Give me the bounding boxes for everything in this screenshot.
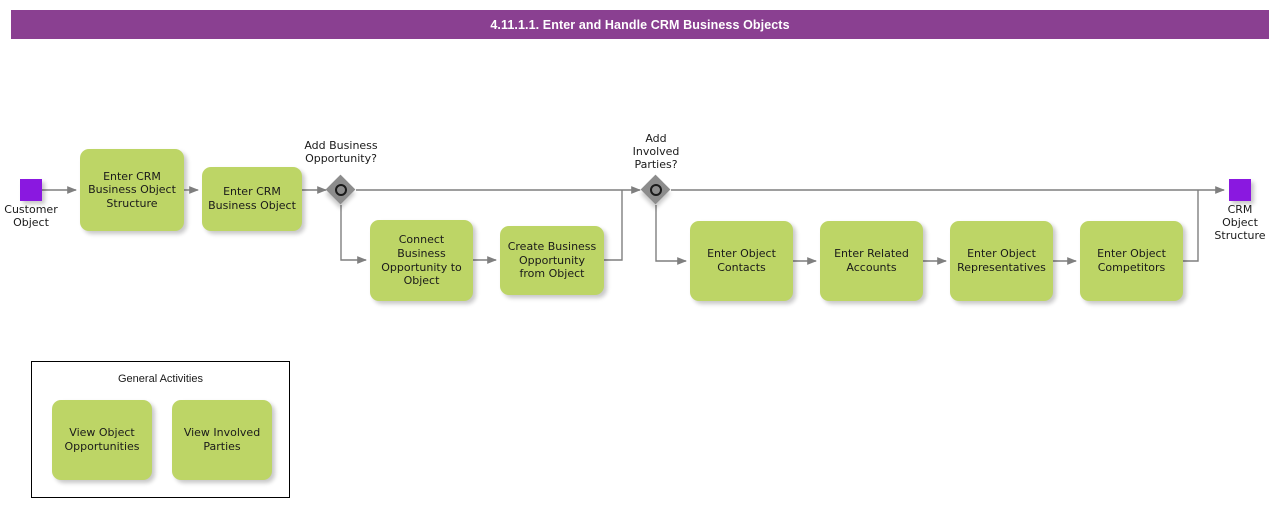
task-label: Enter Related Accounts	[834, 247, 909, 274]
end-event-label: CRM Object Structure	[1214, 203, 1266, 243]
end-event[interactable]	[1229, 179, 1251, 201]
task-label: Enter Object Competitors	[1097, 247, 1166, 274]
diagram-title-bar: 4.11.1.1. Enter and Handle CRM Business …	[11, 10, 1269, 39]
general-activities-title: General Activities	[118, 373, 203, 385]
task-label: Enter CRM Business Object	[208, 185, 296, 212]
task-connect-business-opportunity-to-object[interactable]: Connect Business Opportunity to Object	[370, 220, 473, 301]
task-enter-object-representatives[interactable]: Enter Object Representatives	[950, 221, 1053, 301]
task-view-involved-parties[interactable]: View Involved Parties	[172, 400, 272, 480]
task-label: Create Business Opportunity from Object	[507, 240, 597, 281]
gateway-inclusive-circle-icon	[335, 184, 347, 196]
diagram-canvas: 4.11.1.1. Enter and Handle CRM Business …	[0, 0, 1280, 510]
task-label: Enter Object Contacts	[707, 247, 776, 274]
task-enter-crm-business-object[interactable]: Enter CRM Business Object	[202, 167, 302, 231]
general-activities-group: General Activities View Object Opportuni…	[31, 361, 290, 498]
gateway-add-business-opportunity-label: Add Business Opportunity?	[304, 139, 378, 166]
task-label: View Object Opportunities	[64, 426, 140, 453]
task-view-object-opportunities[interactable]: View Object Opportunities	[52, 400, 152, 480]
gateway-add-business-opportunity[interactable]	[325, 174, 356, 205]
task-label: Enter Object Representatives	[957, 247, 1046, 274]
start-event[interactable]	[20, 179, 42, 201]
page-title: 4.11.1.1. Enter and Handle CRM Business …	[490, 17, 790, 32]
flow-gw2-branch-to-t5	[655, 205, 687, 265]
gateway-add-involved-parties-label: Add Involved Parties?	[632, 132, 680, 172]
task-enter-related-accounts[interactable]: Enter Related Accounts	[820, 221, 923, 301]
task-label: Enter CRM Business Object Structure	[88, 169, 176, 210]
task-enter-crm-business-object-structure[interactable]: Enter CRM Business Object Structure	[80, 149, 184, 231]
task-create-business-opportunity-from-object[interactable]: Create Business Opportunity from Object	[500, 226, 604, 295]
gateway-inclusive-circle-icon	[650, 184, 662, 196]
task-enter-object-contacts[interactable]: Enter Object Contacts	[690, 221, 793, 301]
task-enter-object-competitors[interactable]: Enter Object Competitors	[1080, 221, 1183, 301]
flow-t4-rejoin	[604, 190, 623, 261]
task-label: Connect Business Opportunity to Object	[381, 233, 462, 288]
task-label: View Involved Parties	[183, 426, 261, 453]
gateway-add-involved-parties[interactable]	[640, 174, 671, 205]
start-event-label: Customer Object	[4, 203, 58, 230]
flow-gw1-branch-to-t3	[340, 205, 367, 264]
